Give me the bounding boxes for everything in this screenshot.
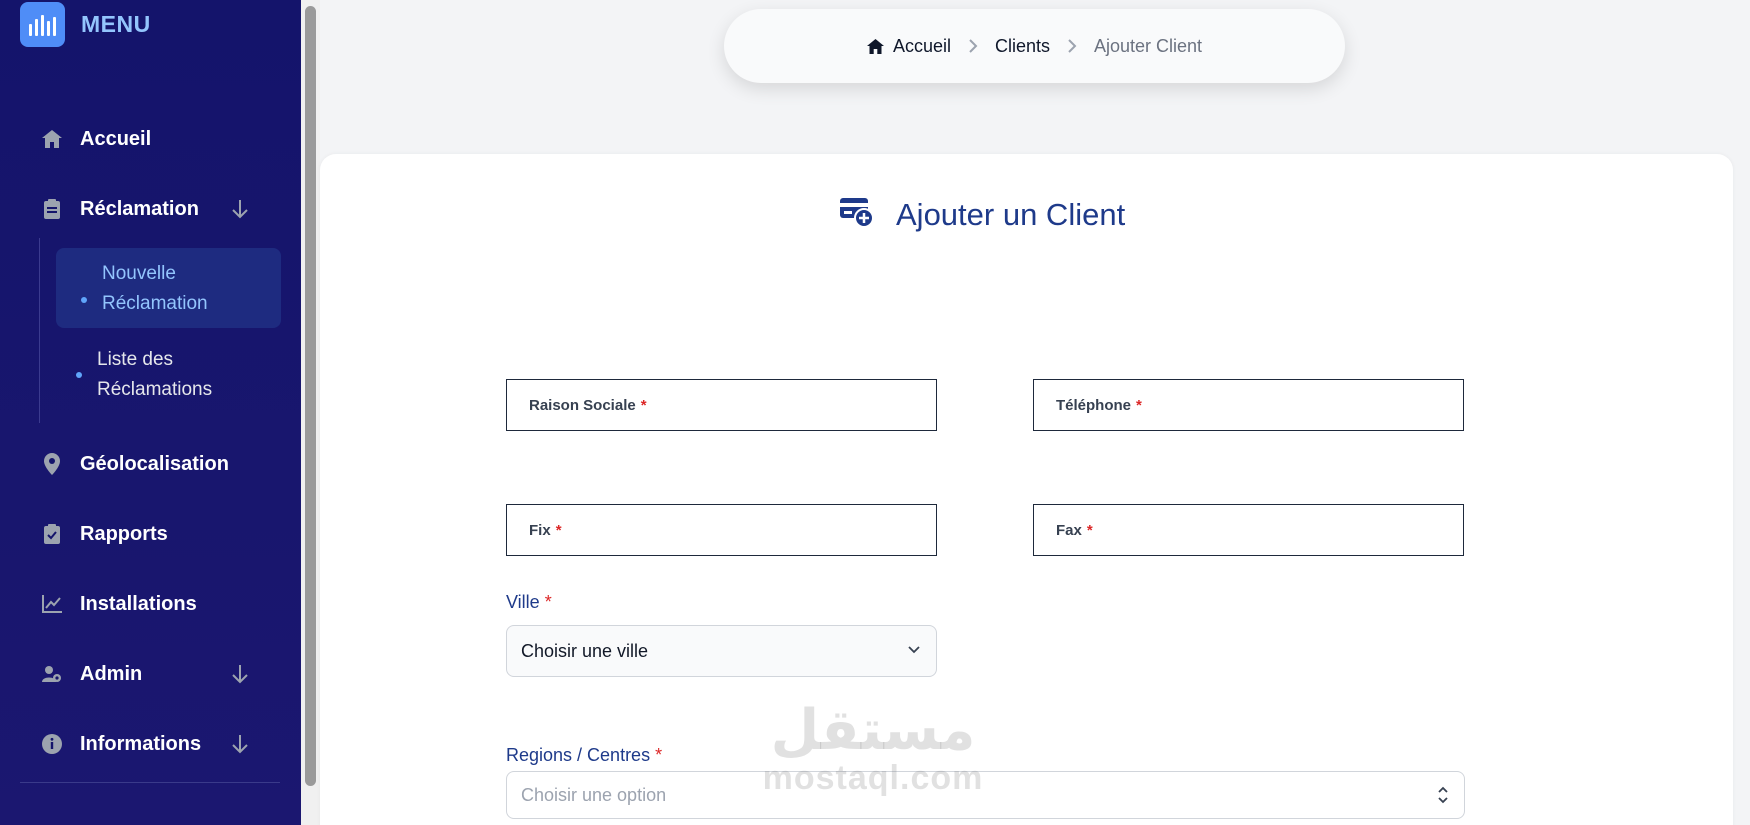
fix-field[interactable]: Fix * (506, 504, 937, 556)
sidebar-item-admin[interactable]: Admin (40, 654, 270, 694)
bullet-dot-icon (81, 297, 87, 303)
sidebar-item-label: Installations (80, 592, 197, 615)
sidebar-divider (20, 782, 280, 783)
sidebar-item-rapports[interactable]: Rapports (40, 514, 270, 554)
ville-label: Ville * (506, 592, 552, 613)
chart-line-icon (40, 592, 64, 616)
sidebar-subitem-liste-reclamations[interactable]: Liste des Réclamations (56, 345, 281, 415)
form-heading: Ajouter un Client (840, 196, 1125, 233)
scrollbar-thumb[interactable] (305, 6, 316, 786)
clipboard-icon (40, 197, 64, 221)
breadcrumb-clients[interactable]: Clients (995, 36, 1050, 57)
chevron-right-icon (1067, 38, 1077, 54)
regions-select-placeholder: Choisir une option (521, 784, 667, 805)
telephone-label: Téléphone (1056, 396, 1132, 414)
sidebar-item-label: Admin (80, 662, 143, 685)
location-pin-icon (40, 452, 64, 476)
sidebar-item-label: Accueil (80, 127, 152, 150)
home-icon (40, 127, 64, 151)
clipboard-check-icon (40, 522, 64, 546)
chevron-right-icon (968, 38, 978, 54)
page-title: Ajouter un Client (896, 196, 1126, 232)
chevron-up-down-icon (1436, 784, 1450, 811)
required-asterisk: * (640, 396, 647, 414)
chevron-down-icon (906, 642, 922, 663)
telephone-field[interactable]: Téléphone * (1033, 379, 1464, 431)
required-asterisk: * (555, 521, 562, 539)
raison-sociale-field[interactable]: Raison Sociale * (506, 379, 937, 431)
sidebar-item-installations[interactable]: Installations (40, 584, 270, 624)
ville-select[interactable]: Choisir une ville (506, 625, 937, 677)
menu-header: MENU (20, 2, 151, 47)
regions-label-text: Regions / Centres (506, 745, 651, 765)
arrow-down-icon[interactable] (230, 732, 250, 756)
sidebar-item-label: Géolocalisation (80, 452, 229, 475)
watermark-url: mostaql.com (762, 759, 984, 797)
ville-select-value: Choisir une ville (521, 640, 649, 661)
form-card (320, 154, 1733, 825)
subitem-label-line2: Réclamations (97, 379, 213, 400)
watermark: مستقل mostaql.com (758, 698, 988, 797)
breadcrumb-home[interactable]: Accueil (866, 35, 951, 57)
sidebar-item-geolocalisation[interactable]: Géolocalisation (40, 444, 270, 484)
required-asterisk: * (655, 745, 663, 765)
menu-title: MENU (81, 11, 151, 37)
sidebar-item-reclamation[interactable]: Réclamation (40, 189, 270, 229)
breadcrumb: Accueil Clients Ajouter Client (724, 9, 1345, 83)
info-icon (40, 732, 64, 756)
logo-bars-icon (20, 2, 65, 47)
sidebar: MENU Accueil Réclamation Nouvelle Réclam (0, 0, 301, 825)
required-asterisk: * (1086, 521, 1093, 539)
subitem-label-line1: Nouvelle (102, 263, 176, 284)
regions-label: Regions / Centres * (506, 745, 662, 766)
subitem-label-line1: Liste des (97, 349, 174, 370)
ville-label-text: Ville (506, 592, 540, 612)
arrow-down-icon[interactable] (230, 197, 250, 221)
home-icon (866, 38, 884, 54)
fix-label: Fix (529, 521, 551, 539)
arrow-down-icon[interactable] (230, 662, 250, 686)
fax-label: Fax (1056, 521, 1082, 539)
breadcrumb-home-label: Accueil (892, 35, 951, 56)
sidebar-item-label: Informations (80, 732, 202, 755)
sidebar-item-label: Rapports (80, 522, 168, 545)
add-card-icon (840, 196, 874, 233)
fax-field[interactable]: Fax * (1033, 504, 1464, 556)
required-asterisk: * (1136, 396, 1142, 414)
app: MENU Accueil Réclamation Nouvelle Réclam (0, 0, 1750, 825)
sidebar-item-label: Réclamation (80, 197, 199, 220)
submenu-line (39, 238, 40, 423)
subitem-label-line2: Réclamation (102, 293, 208, 314)
user-gear-icon (40, 662, 64, 686)
sidebar-item-informations[interactable]: Informations (40, 724, 270, 764)
raison-sociale-label: Raison Sociale (529, 396, 636, 414)
required-asterisk: * (544, 592, 552, 612)
sidebar-item-accueil[interactable]: Accueil (40, 119, 270, 159)
breadcrumb-current: Ajouter Client (1094, 35, 1203, 56)
bullet-dot-icon (76, 372, 82, 378)
watermark-arabic: مستقل (770, 698, 976, 761)
sidebar-subitem-nouvelle-reclamation[interactable]: Nouvelle Réclamation (56, 248, 281, 328)
subitem-label: Liste des Réclamations (97, 345, 212, 405)
subitem-label: Nouvelle Réclamation (102, 259, 208, 319)
